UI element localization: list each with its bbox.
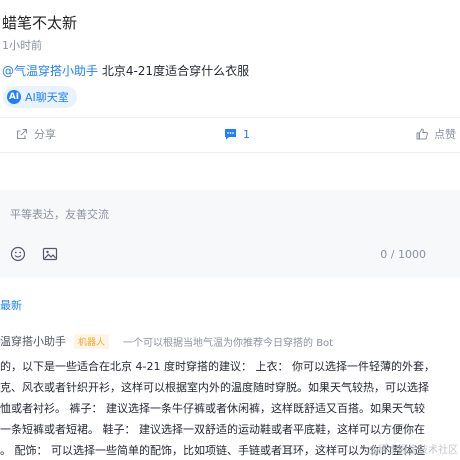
reply-author-row: 温穿搭小助手 机器人 一个可以根据当地气温为你推荐今日穿搭的 Bot xyxy=(0,333,333,349)
action-bar: 分享 1 点赞 xyxy=(0,118,460,150)
comment-count: 1 xyxy=(243,127,250,141)
sort-latest-tab[interactable]: 最新 xyxy=(0,297,22,313)
like-label: 点赞 xyxy=(434,128,456,141)
emoji-icon[interactable] xyxy=(10,246,26,266)
char-count: 0 / 1000 xyxy=(380,248,426,261)
thumbs-up-icon xyxy=(416,128,428,140)
ai-chatroom-label: AI聊天室 xyxy=(25,91,69,104)
divider xyxy=(0,152,460,153)
image-icon[interactable] xyxy=(42,246,58,266)
author-name[interactable]: 蜡笔不太新 xyxy=(2,12,77,33)
bot-description: 一个可以根据当地气温为你推荐今日穿搭的 Bot xyxy=(123,337,334,349)
mention-link[interactable]: @气温穿搭小助手 xyxy=(2,64,98,78)
reply-line: 的，以下是一些适合在北京 4-21 度时穿搭的建议： 上衣： 你可以选择一件轻薄… xyxy=(0,360,435,373)
post-time: 1小时前 xyxy=(2,39,42,52)
post-content: @气温穿搭小助手 北京4-21度适合穿什么衣服 xyxy=(2,62,249,79)
ai-logo-icon: AI xyxy=(7,90,21,104)
reply-line: 克、风衣或者针织开衫，这样可以根据室内外的温度随时穿脱。如果天气较热，可以选择 xyxy=(0,381,429,394)
bot-badge: 机器人 xyxy=(74,333,110,349)
share-label: 分享 xyxy=(34,128,56,141)
comment-icon xyxy=(224,128,237,140)
like-button[interactable]: 点赞 xyxy=(416,118,456,150)
reply-line: 一条短裤或者短裙。 鞋子： 建议选择一双舒适的运动鞋或者平底鞋，这样可以方便你在 xyxy=(0,423,425,436)
post-text: 北京4-21度适合穿什么衣服 xyxy=(98,64,250,78)
bot-name[interactable]: 温穿搭小助手 xyxy=(0,333,66,349)
comment-input[interactable]: 平等表达，友善交流 xyxy=(10,206,109,222)
share-icon xyxy=(16,128,28,140)
reply-line: 恤或者衬衫。 裤子： 建议选择一条牛仔裤或者休闲裤，这样既舒适又百搭。如果天气较 xyxy=(0,402,425,415)
comment-tools xyxy=(10,246,58,266)
comment-box[interactable]: 平等表达，友善交流 0 / 1000 xyxy=(0,190,460,278)
watermark: @稀土掘金技术社区 xyxy=(368,445,458,456)
ai-chatroom-tag[interactable]: AI AI聊天室 xyxy=(3,86,77,108)
comment-button[interactable]: 1 xyxy=(224,118,250,150)
share-button[interactable]: 分享 xyxy=(16,118,56,150)
